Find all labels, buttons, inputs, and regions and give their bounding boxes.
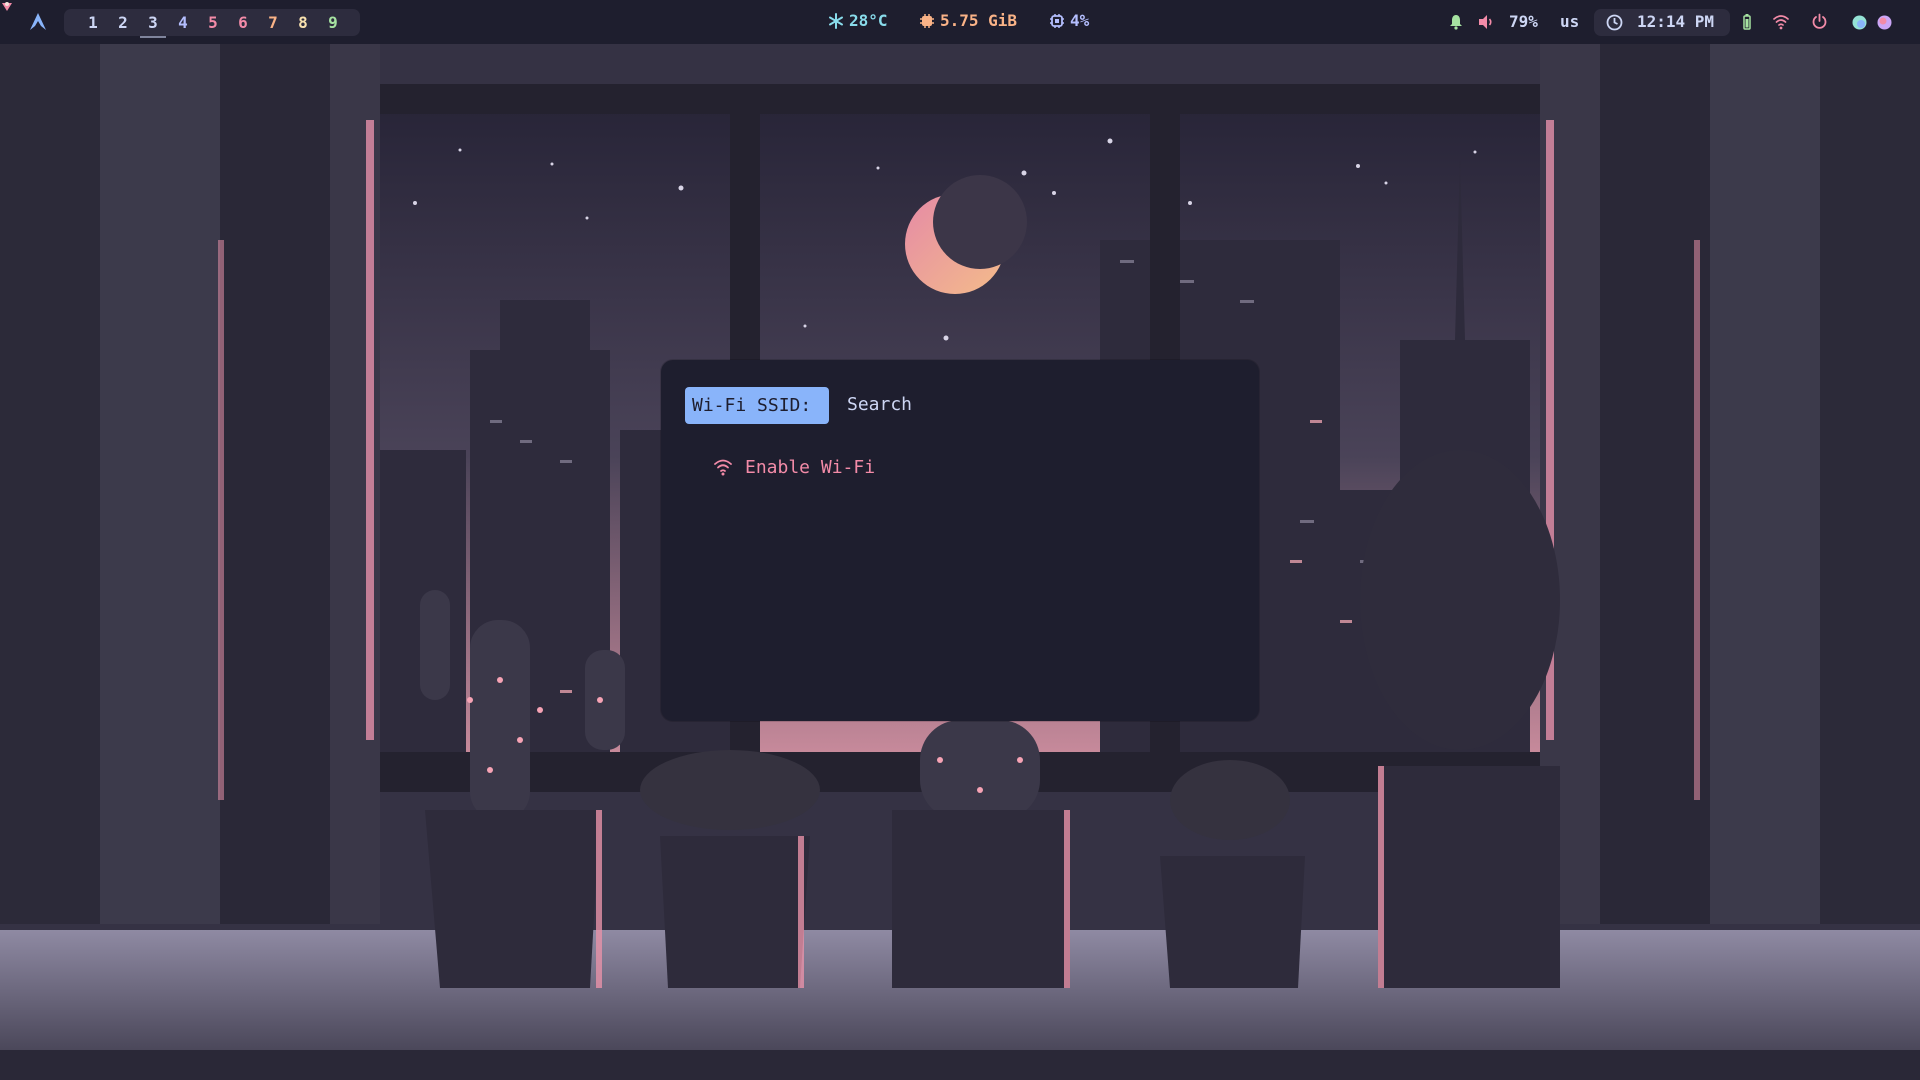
wifi-icon: [714, 459, 732, 476]
memory-value: 5.75 GiB: [940, 11, 1018, 30]
battery-icon[interactable]: [1743, 14, 1751, 30]
tray-app-icon[interactable]: [1852, 15, 1867, 30]
workspace-button[interactable]: 3: [138, 11, 168, 38]
bell-icon[interactable]: [1448, 14, 1464, 30]
enable-wifi-label: Enable Wi-Fi: [745, 456, 876, 478]
wifi-menu: Wi-Fi SSID: Enable Wi-Fi: [661, 360, 1259, 721]
keyboard-layout[interactable]: us: [1560, 12, 1579, 32]
enable-wifi-item[interactable]: Enable Wi-Fi: [713, 448, 1213, 486]
volume-value[interactable]: 79%: [1509, 12, 1538, 32]
workspace-button[interactable]: 2: [108, 11, 138, 35]
app-corner-icon: [2, 2, 12, 11]
memory-chip-icon: [920, 13, 934, 28]
workspace-button[interactable]: 5: [198, 11, 228, 35]
cpu-icon: [1050, 13, 1064, 28]
clock-icon: [1606, 14, 1623, 31]
workspace-button[interactable]: 6: [228, 11, 258, 35]
clock-time: 12:14 PM: [1637, 12, 1715, 31]
tray-app-icon-2[interactable]: [1877, 15, 1892, 30]
workspace-button[interactable]: 1: [78, 11, 108, 35]
snowflake-icon: [829, 12, 843, 29]
search-input[interactable]: [845, 384, 1229, 424]
cpu-value: 4%: [1070, 11, 1090, 30]
wifi-icon[interactable]: [1772, 14, 1790, 30]
temperature-module[interactable]: 28°C: [828, 11, 888, 30]
ssid-prompt-label: Wi-Fi SSID:: [685, 387, 829, 424]
power-icon[interactable]: [1811, 13, 1828, 30]
speaker-icon[interactable]: [1477, 14, 1495, 30]
workspace-button[interactable]: 8: [288, 11, 318, 35]
workspace-button[interactable]: 7: [258, 11, 288, 35]
memory-module[interactable]: 5.75 GiB: [919, 11, 1017, 30]
top-bar: 123456789 28°C 5.75 GiB 4% 79% us 12:14 …: [0, 0, 1920, 44]
workspace-switcher: 123456789: [64, 9, 360, 38]
clock-module[interactable]: 12:14 PM: [1594, 9, 1730, 36]
workspace-button[interactable]: 9: [318, 11, 348, 35]
temperature-value: 28°C: [849, 11, 888, 30]
cpu-module[interactable]: 4%: [1049, 11, 1089, 30]
workspace-button[interactable]: 4: [168, 11, 198, 35]
arch-logo-icon[interactable]: [28, 12, 48, 32]
